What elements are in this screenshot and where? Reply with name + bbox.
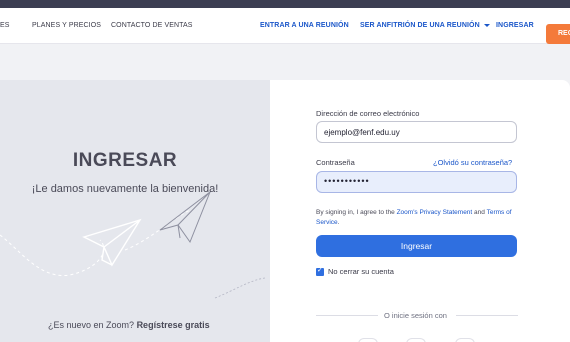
keep-signed-in-label[interactable]: No cerrar su cuenta <box>328 267 394 276</box>
terms-suffix: . <box>337 219 340 226</box>
keep-signed-in-checkbox[interactable]: ✓ <box>316 267 324 276</box>
sign-in-button[interactable]: Ingresar <box>316 235 517 257</box>
welcome-text: ¡Le damos nuevamente la bienvenida! <box>31 183 219 195</box>
facebook-option-button[interactable] <box>455 338 475 342</box>
join-meeting-link[interactable]: ENTRAR A UNA REUNIÓN <box>260 22 349 29</box>
password-field[interactable]: ••••••••••• <box>316 171 517 193</box>
register-link[interactable]: Regístrese gratis <box>137 320 210 330</box>
nav-item-plans[interactable]: PLANES Y PRECIOS <box>32 22 101 29</box>
divider-left <box>316 315 378 316</box>
terms-and: and <box>472 209 487 216</box>
email-field[interactable]: ejemplo@fenf.edu.uy <box>316 121 517 143</box>
terms-notice: By signing in, I agree to the Zoom's Pri… <box>316 208 521 228</box>
chevron-down-icon <box>483 23 490 27</box>
sso-option-button[interactable] <box>358 338 378 342</box>
new-user-prompt: ¿Es nuevo en Zoom? Regístrese gratis <box>48 320 210 330</box>
divider-right <box>456 315 518 316</box>
email-label: Dirección de correo electrónico <box>316 109 420 118</box>
nav-item-contact-sales[interactable]: CONTACTO DE VENTAS <box>111 22 193 29</box>
check-icon: ✓ <box>317 267 323 274</box>
google-option-button[interactable] <box>406 338 426 342</box>
signup-button[interactable]: REG <box>546 24 570 44</box>
top-strip <box>0 0 570 8</box>
top-navbar: ES PLANES Y PRECIOS CONTACTO DE VENTAS E… <box>0 8 570 44</box>
new-user-text: ¿Es nuevo en Zoom? <box>48 320 135 330</box>
password-label: Contraseña <box>316 158 355 167</box>
sign-in-link[interactable]: INGRESAR <box>496 22 534 29</box>
outline-plane-icon <box>159 190 212 244</box>
forgot-password-link[interactable]: ¿Olvidó su contraseña? <box>433 158 512 167</box>
host-meeting-menu[interactable]: SER ANFITRIÓN DE UNA REUNIÓN <box>360 22 490 29</box>
terms-prefix: By signing in, I agree to the <box>316 209 397 216</box>
page-title: INGRESAR <box>72 150 178 171</box>
white-plane-icon <box>82 218 142 267</box>
host-meeting-label: SER ANFITRIÓN DE UNA REUNIÓN <box>360 22 480 29</box>
nav-item-solutions[interactable]: ES <box>0 22 10 29</box>
or-sign-in-with-text: O inicie sesión con <box>384 311 447 320</box>
privacy-statement-link[interactable]: Zoom's Privacy Statement <box>397 209 473 216</box>
paper-plane-illustration <box>0 190 266 299</box>
